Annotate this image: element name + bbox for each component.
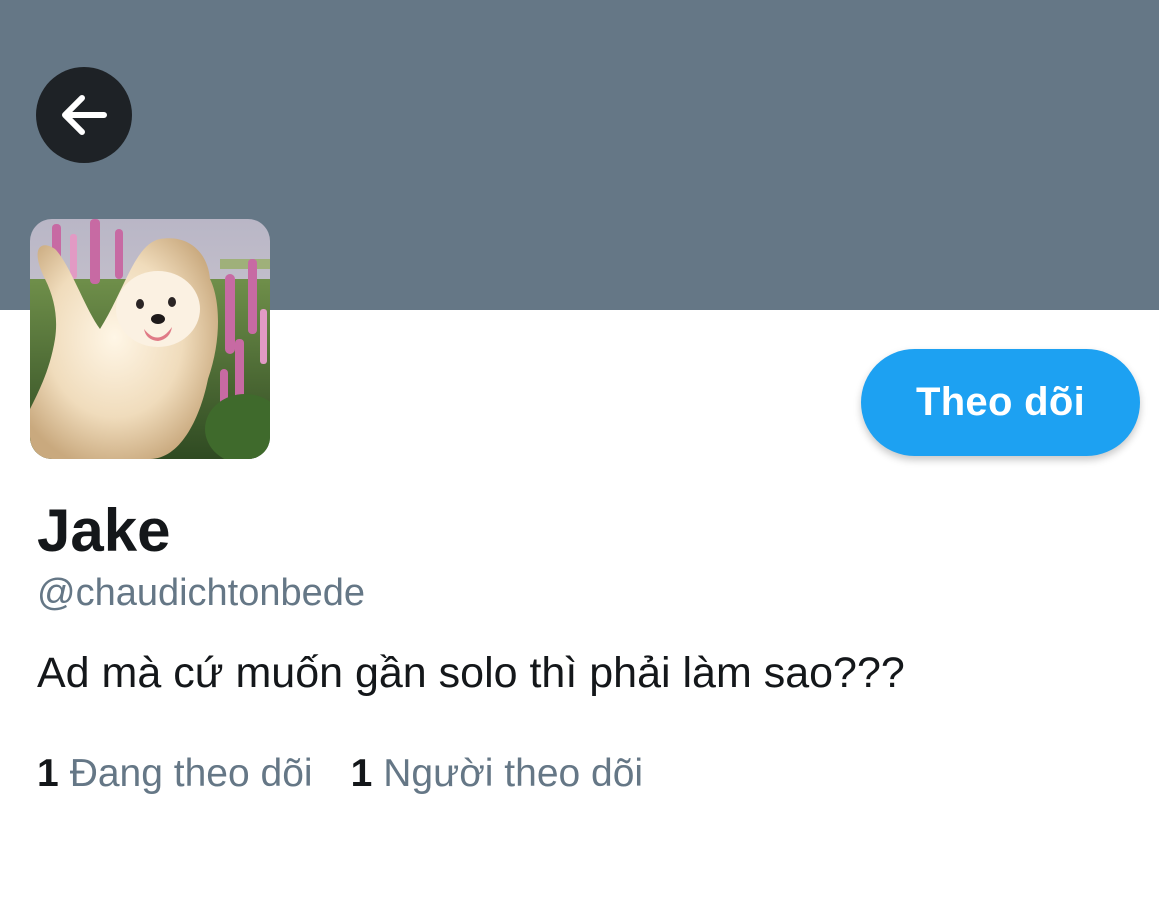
following-label: Đang theo dõi	[69, 752, 313, 795]
profile-page: Theo dõi Jake @chaudichtonbede Ad mà cứ …	[0, 0, 1159, 902]
followers-link[interactable]: 1 Người theo dõi	[351, 750, 644, 798]
followers-count: 1	[350, 752, 373, 795]
following-count: 1	[37, 752, 59, 795]
profile-bio: Ad mà cứ muốn gần solo thì phải làm sao?…	[37, 649, 905, 697]
followers-label: Người theo dõi	[383, 752, 644, 795]
follow-button-label: Theo dõi	[915, 380, 1086, 424]
profile-stats: 1 Đang theo dõi 1 Người theo dõi	[37, 750, 643, 798]
following-link[interactable]: 1 Đang theo dõi	[37, 750, 313, 798]
avatar[interactable]	[30, 219, 270, 459]
follow-button[interactable]: Theo dõi	[861, 349, 1140, 456]
display-name: Jake	[37, 497, 171, 564]
arrow-left-icon	[58, 89, 110, 141]
user-handle: @chaudichtonbede	[37, 572, 366, 614]
back-button[interactable]	[36, 67, 132, 163]
